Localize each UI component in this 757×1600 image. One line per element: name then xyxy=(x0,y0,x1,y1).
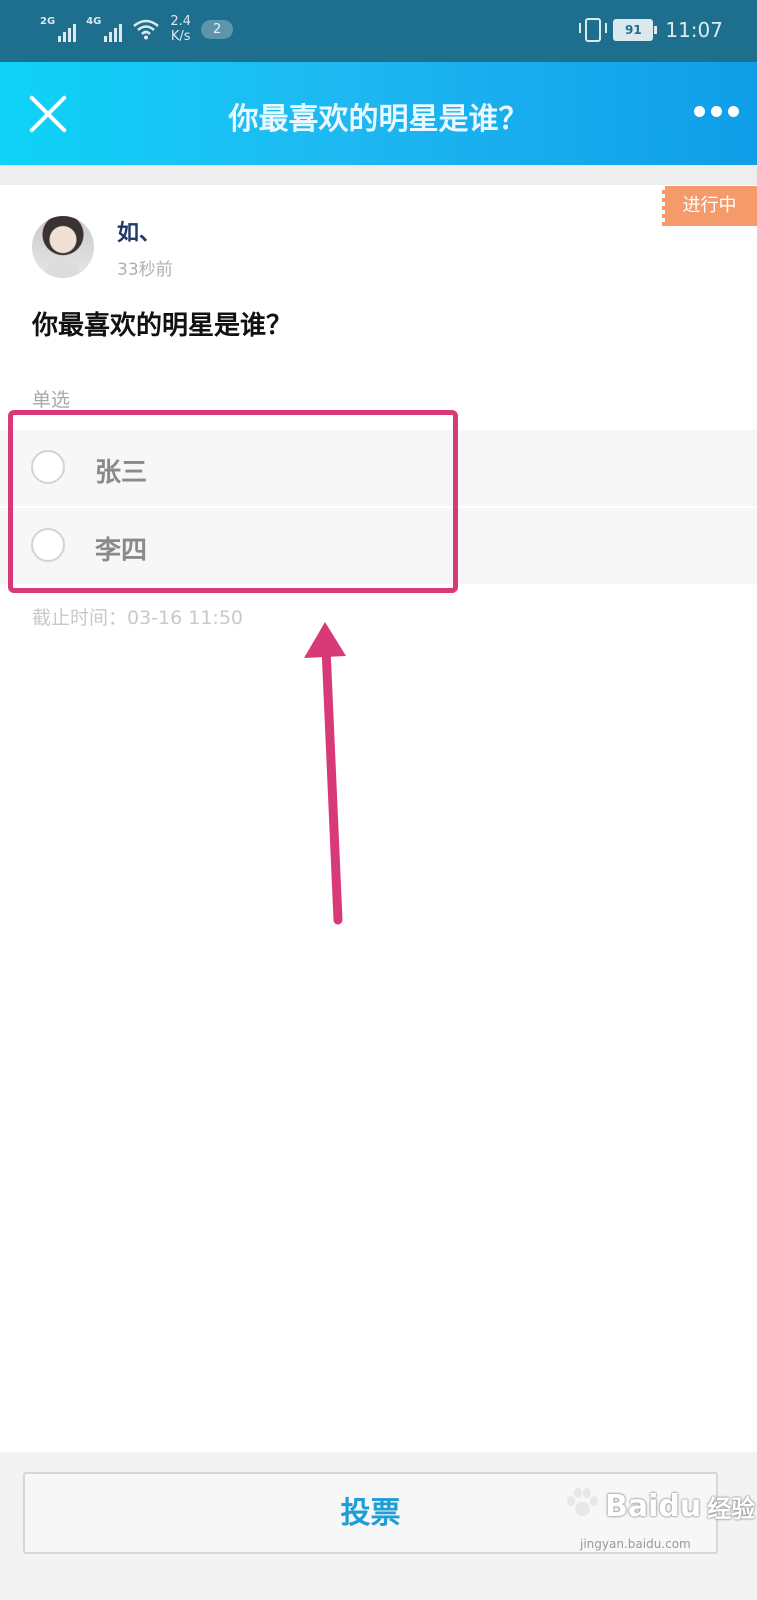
section-divider xyxy=(0,165,757,185)
highlight-annotation xyxy=(8,410,458,593)
clock: 11:07 xyxy=(665,18,723,42)
wifi-icon xyxy=(133,19,160,40)
watermark-url: jingyan.baidu.com xyxy=(580,1537,691,1551)
network-speed-value: 2.4 xyxy=(170,14,192,29)
more-options-icon[interactable] xyxy=(694,106,739,117)
signal-2g-label: 2G xyxy=(40,16,56,27)
notification-count-badge: 2 xyxy=(201,19,234,39)
author-name[interactable]: 如、 xyxy=(117,215,161,247)
deadline-text: 截止时间：03-16 11:50 xyxy=(32,607,244,629)
title-bar: 你最喜欢的明星是谁？ xyxy=(0,62,757,165)
signal-4g-label: 4G xyxy=(86,16,102,27)
post-timestamp: 33秒前 xyxy=(117,260,173,280)
annotation-arrow xyxy=(304,622,346,925)
battery-icon: 91 xyxy=(613,19,658,41)
watermark-brand: Baidu xyxy=(605,1489,702,1524)
vote-type-label: 单选 xyxy=(32,389,71,411)
signal-4g-icon: 4G xyxy=(86,16,123,42)
watermark-brand-cn: 经验 xyxy=(707,1495,756,1523)
signal-2g-icon: 2G xyxy=(40,16,77,42)
status-bar-right: 91 11:07 xyxy=(579,18,723,42)
paw-icon xyxy=(565,1486,599,1518)
network-speed: 2.4 K/s xyxy=(170,14,191,44)
network-speed-unit: K/s xyxy=(170,29,191,44)
page-title: 你最喜欢的明星是谁？ xyxy=(228,102,529,137)
status-badge: 进行中 xyxy=(659,186,757,226)
avatar[interactable] xyxy=(32,216,94,278)
status-bar-left: 2G 4G 2.4 K/s 2 xyxy=(40,14,234,44)
vibrate-icon xyxy=(579,18,608,42)
poll-question: 你最喜欢的明星是谁？ xyxy=(32,311,293,341)
status-bar: 2G 4G 2.4 K/s 2 91 11:07 xyxy=(0,0,757,62)
baidu-jingyan-watermark: Baidu 经验 xyxy=(565,1486,755,1524)
